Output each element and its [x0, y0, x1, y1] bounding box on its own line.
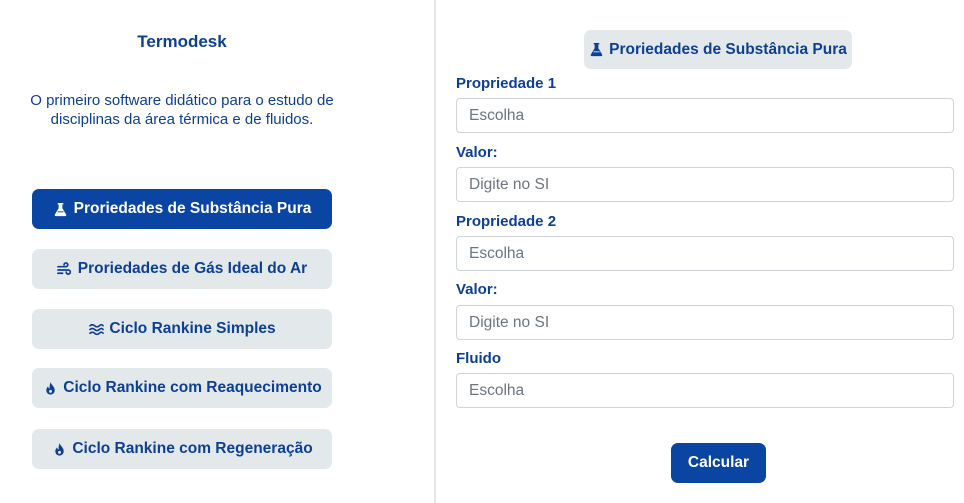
nav-button-label: Ciclo Rankine Simples — [109, 320, 276, 337]
nav-button-label: Proriedades de Substância Pura — [73, 200, 312, 217]
nav-button-rankine-simples[interactable]: Ciclo Rankine Simples — [32, 309, 332, 349]
nav-button-gas-ideal[interactable]: Proriedades de Gás Ideal do Ar — [32, 249, 332, 289]
main-content: Proriedades de Substância Pura Proprieda… — [436, 0, 964, 503]
propriedade-1-select[interactable] — [456, 98, 954, 133]
label-propriedade-2: Propriedade 2 — [456, 213, 557, 230]
app-title: Termodesk — [137, 32, 227, 51]
label-valor-1: Valor: — [456, 144, 498, 161]
propriedade-2-select[interactable] — [456, 236, 954, 271]
label-fluido: Fluido — [456, 350, 501, 367]
fire-icon — [51, 441, 67, 457]
label-valor-2: Valor: — [456, 281, 498, 298]
flask-icon — [53, 201, 69, 217]
section-title: Proriedades de Substância Pura — [609, 40, 847, 58]
fire-icon — [42, 380, 58, 396]
nav-button-substancia-pura[interactable]: Proriedades de Substância Pura — [32, 189, 332, 229]
label-propriedade-1: Propriedade 1 — [456, 75, 557, 92]
app-tagline: O primeiro software didático para o estu… — [30, 92, 334, 128]
nav-button-label: Ciclo Rankine com Reaquecimento — [63, 379, 322, 396]
water-icon — [88, 321, 104, 337]
nav-button-rankine-regeneracao[interactable]: Ciclo Rankine com Regeneração — [32, 429, 332, 469]
valor-1-input[interactable] — [456, 167, 954, 202]
nav-button-rankine-reaquecimento[interactable]: Ciclo Rankine com Reaquecimento — [32, 368, 332, 408]
fluido-select[interactable] — [456, 373, 954, 408]
nav-button-label: Ciclo Rankine com Regeneração — [72, 440, 313, 457]
calcular-button[interactable]: Calcular — [671, 443, 766, 483]
nav-button-label: Proriedades de Gás Ideal do Ar — [77, 260, 308, 277]
sidebar: Termodesk O primeiro software didático p… — [0, 0, 434, 503]
flask-icon — [589, 42, 604, 57]
wind-icon — [57, 261, 73, 277]
valor-2-input[interactable] — [456, 305, 954, 340]
section-title-badge: Proriedades de Substância Pura — [584, 30, 852, 69]
